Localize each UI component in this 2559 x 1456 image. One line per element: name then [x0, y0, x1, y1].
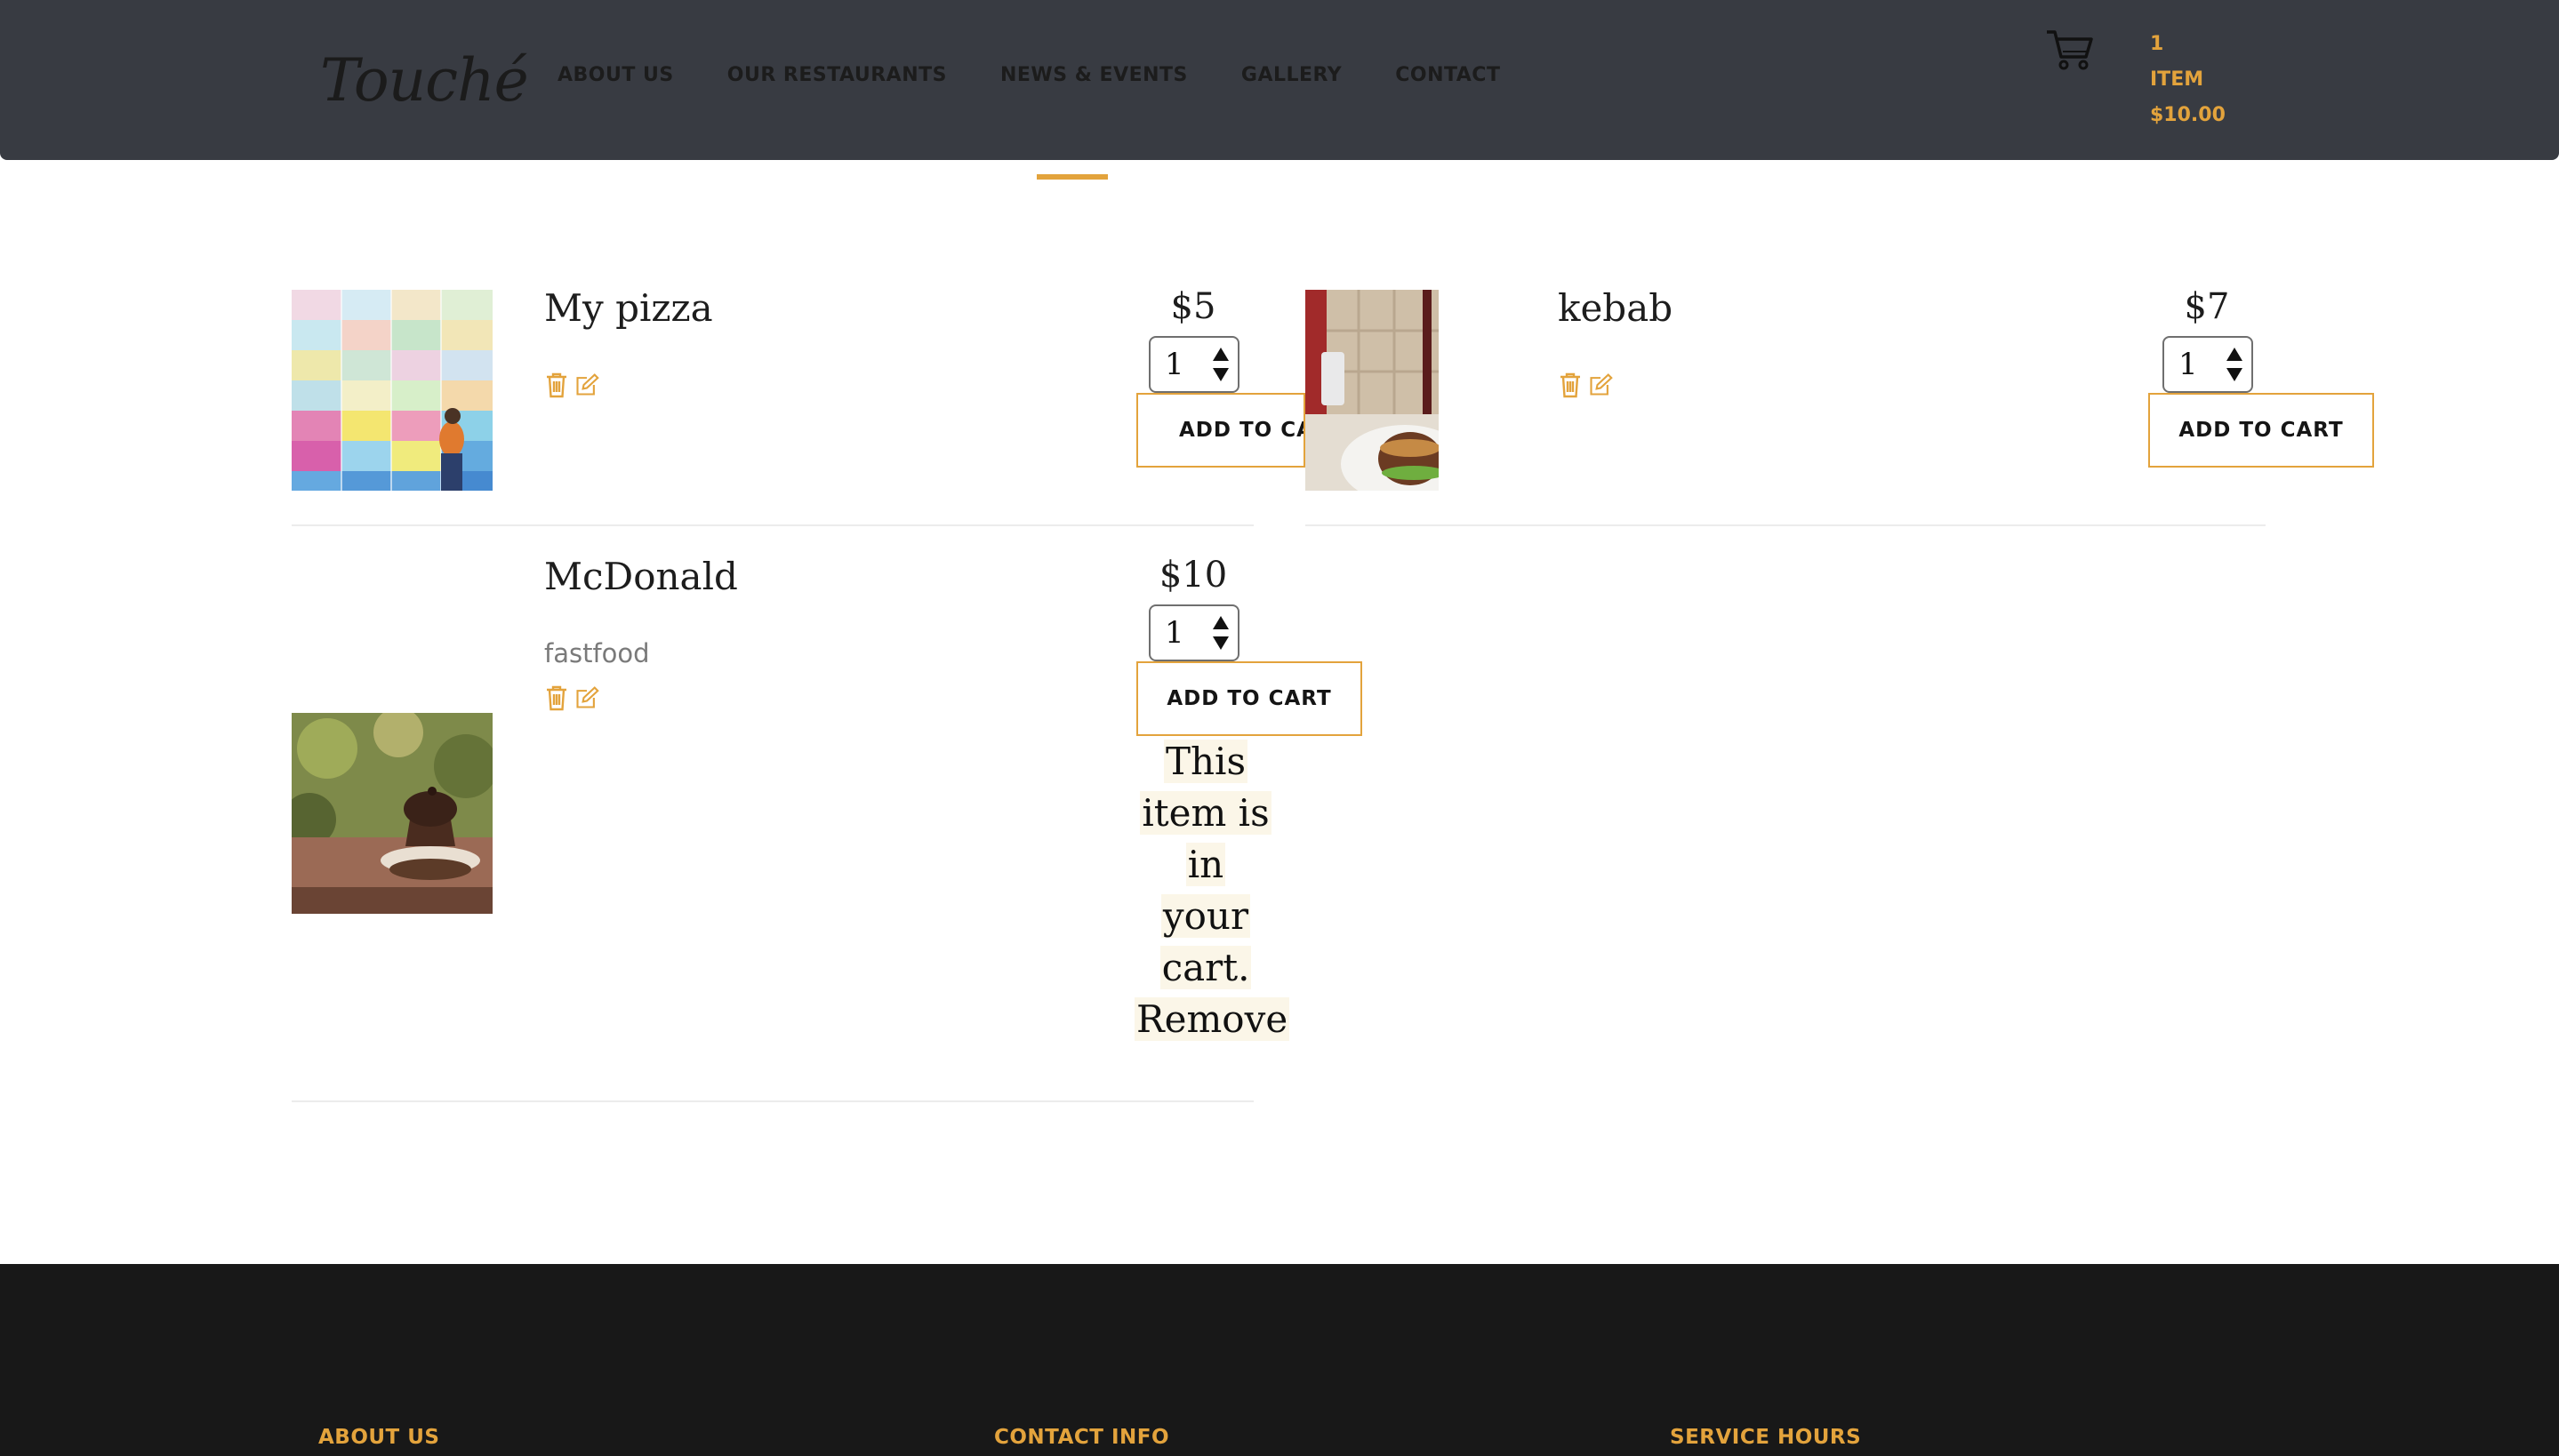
trash-icon[interactable]: [544, 372, 569, 398]
product-actions: [544, 372, 599, 398]
edit-icon[interactable]: [574, 684, 599, 711]
main-nav: ABOUT US OUR RESTAURANTS NEWS & EVENTS G…: [558, 64, 1553, 86]
nav-contact[interactable]: CONTACT: [1395, 64, 1500, 86]
footer-heading-about: ABOUT US: [318, 1426, 440, 1449]
cart-count: 1: [2150, 33, 2164, 55]
product-image-kebab: [1305, 290, 1439, 491]
spinner-arrows-icon[interactable]: [2225, 345, 2244, 384]
nav-gallery[interactable]: GALLERY: [1241, 64, 1342, 86]
nav-about-us[interactable]: ABOUT US: [558, 64, 674, 86]
product-name: My pizza: [544, 286, 713, 330]
quantity-value: 1: [2178, 347, 2198, 382]
product-actions: [1558, 372, 1613, 398]
row-divider: [292, 524, 1254, 526]
remove-link[interactable]: Remove: [1135, 997, 1290, 1041]
quantity-input[interactable]: 1: [1149, 604, 1239, 661]
add-to-cart-button[interactable]: ADD TO CART: [2148, 393, 2374, 468]
row-divider: [292, 1100, 1254, 1102]
product-price: $10: [1159, 555, 1228, 596]
active-indicator: [1037, 174, 1108, 180]
cart-unit: ITEM: [2150, 68, 2204, 91]
site-header: Touché ABOUT US OUR RESTAURANTS NEWS & E…: [0, 0, 2559, 160]
product-name: kebab: [1558, 286, 1673, 330]
quantity-value: 1: [1165, 347, 1184, 382]
trash-icon[interactable]: [1558, 372, 1583, 398]
spinner-arrows-icon[interactable]: [1211, 345, 1231, 384]
product-price: $5: [1170, 286, 1216, 327]
quantity-input[interactable]: 1: [2162, 336, 2253, 393]
quantity-value: 1: [1165, 615, 1184, 651]
in-cart-notice: This item is in your cart. Remove: [1135, 740, 1290, 1041]
product-name: McDonald: [544, 555, 738, 598]
add-to-cart-button[interactable]: ADD TO CART: [1136, 661, 1362, 736]
product-actions: [544, 684, 599, 711]
footer-heading-hours: SERVICE HOURS: [1670, 1426, 1862, 1449]
cart-icon[interactable]: [2045, 28, 2095, 71]
edit-icon[interactable]: [1588, 372, 1613, 398]
product-image-mcdonald: [292, 713, 493, 914]
product-description: fastfood: [544, 638, 650, 668]
product-price: $7: [2184, 286, 2230, 327]
cart-summary[interactable]: 1 ITEM $10.00: [2150, 27, 2226, 133]
quantity-input[interactable]: 1: [1149, 336, 1239, 393]
trash-icon[interactable]: [544, 684, 569, 711]
add-to-cart-button[interactable]: ADD TO CART: [1136, 393, 1305, 468]
site-logo[interactable]: Touché: [320, 46, 529, 115]
nav-news-events[interactable]: NEWS & EVENTS: [1000, 64, 1188, 86]
row-divider: [1305, 524, 2266, 526]
nav-our-restaurants[interactable]: OUR RESTAURANTS: [727, 64, 947, 86]
footer-heading-contact: CONTACT INFO: [994, 1426, 1170, 1449]
product-image-pizza: [292, 290, 493, 491]
cart-total: $10.00: [2150, 104, 2226, 126]
spinner-arrows-icon[interactable]: [1211, 613, 1231, 652]
edit-icon[interactable]: [574, 372, 599, 398]
